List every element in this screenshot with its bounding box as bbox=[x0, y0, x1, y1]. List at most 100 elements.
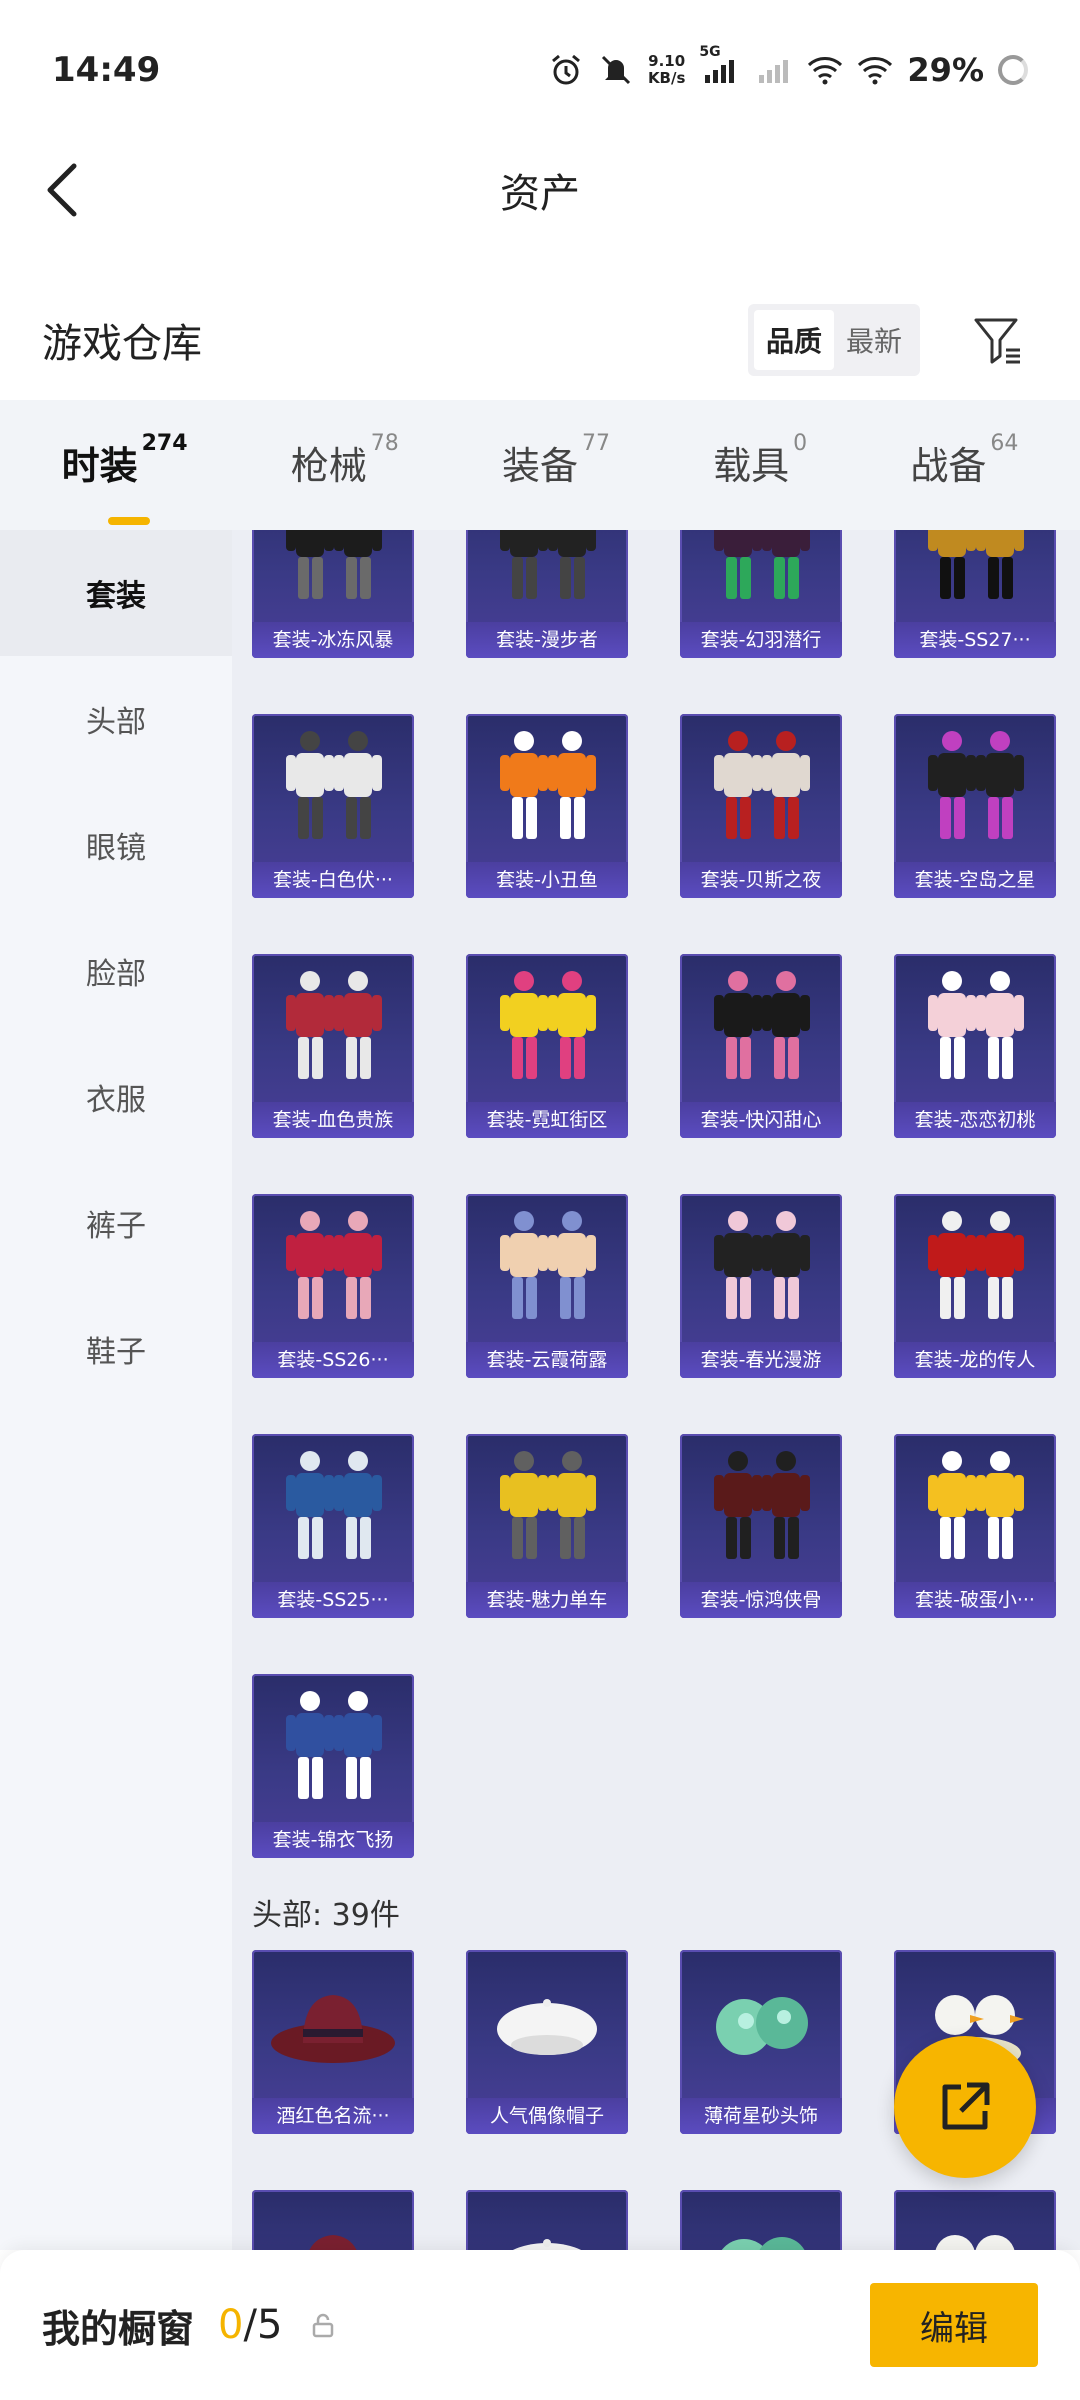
suit-card[interactable]: 套装-SS26··· bbox=[252, 1194, 414, 1378]
suit-card[interactable]: 套装-惊鸿侠骨 bbox=[680, 1434, 842, 1618]
head-item-card[interactable]: 薄荷星砂头饰 bbox=[680, 1950, 842, 2134]
category-tabs: 时装 274 枪械 78 装备 77 载具 0 战备 64 bbox=[0, 400, 1080, 530]
sort-quality[interactable]: 品质 bbox=[753, 310, 834, 370]
alarm-icon bbox=[548, 52, 584, 88]
card-label: 套装-魅力单车 bbox=[466, 1582, 628, 1618]
card-thumbnail bbox=[894, 954, 1056, 1104]
suit-card[interactable]: 套装-血色贵族 bbox=[252, 954, 414, 1138]
suit-card[interactable]: 套装-白色伏··· bbox=[252, 714, 414, 898]
suit-card[interactable]: 套装-霓虹街区 bbox=[466, 954, 628, 1138]
showcase-title: 我的橱窗 bbox=[42, 2306, 195, 2351]
suit-card[interactable]: 套装-幻羽潜行 bbox=[680, 530, 842, 658]
net-speed: 9.10 KB/s bbox=[648, 53, 685, 87]
card-thumbnail bbox=[252, 954, 414, 1104]
back-button[interactable] bbox=[30, 158, 94, 222]
suit-card[interactable]: 套装-漫步者 bbox=[466, 530, 628, 658]
tab-guns[interactable]: 枪械 78 bbox=[291, 431, 399, 495]
head-item-card[interactable] bbox=[894, 2190, 1056, 2250]
status-bar: 14:49 9.10 KB/s 5G 29% bbox=[0, 0, 1080, 140]
card-thumbnail bbox=[894, 2190, 1056, 2250]
sidebar-item-face[interactable]: 脸部 bbox=[0, 908, 232, 1034]
card-thumbnail bbox=[252, 714, 414, 864]
card-thumbnail bbox=[252, 1434, 414, 1584]
item-content: 套装-冰冻风暴 套装-漫步者 套装-幻羽潜行 套装-SS27··· 套装-白色伏··· 套… bbox=[232, 530, 1080, 2250]
suit-card[interactable]: 套装-恋恋初桃 bbox=[894, 954, 1056, 1138]
card-label: 套装-快闪甜心 bbox=[680, 1102, 842, 1138]
card-thumbnail bbox=[680, 714, 842, 864]
card-thumbnail bbox=[466, 1950, 628, 2100]
sidebar-item-head[interactable]: 头部 bbox=[0, 656, 232, 782]
suit-card[interactable]: 套装-贝斯之夜 bbox=[680, 714, 842, 898]
status-time: 14:49 bbox=[52, 50, 161, 90]
suit-card[interactable]: 套装-魅力单车 bbox=[466, 1434, 628, 1618]
network-type: 5G bbox=[699, 44, 721, 60]
suit-card[interactable]: 套装-龙的传人 bbox=[894, 1194, 1056, 1378]
tab-supplies[interactable]: 战备 64 bbox=[910, 431, 1018, 495]
share-fab-button[interactable] bbox=[894, 2036, 1036, 2178]
card-label: 套装-幻羽潜行 bbox=[680, 622, 842, 658]
sidebar-item-pants[interactable]: 裤子 bbox=[0, 1160, 232, 1286]
card-thumbnail bbox=[894, 530, 1056, 624]
warehouse-row: 游戏仓库 品质 最新 bbox=[0, 290, 1080, 390]
chevron-left-icon bbox=[47, 163, 77, 217]
filter-button[interactable] bbox=[968, 310, 1028, 370]
suit-card[interactable]: 套装-空岛之星 bbox=[894, 714, 1056, 898]
card-thumbnail bbox=[680, 530, 842, 624]
suit-card[interactable]: 套装-云霞荷露 bbox=[466, 1194, 628, 1378]
card-thumbnail bbox=[466, 1194, 628, 1344]
card-label: 套装-空岛之星 bbox=[894, 862, 1056, 898]
card-label: 人气偶像帽子 bbox=[466, 2098, 628, 2134]
tab-count: 78 bbox=[370, 431, 399, 456]
tab-equipment[interactable]: 装备 77 bbox=[501, 431, 610, 495]
card-label: 套装-龙的传人 bbox=[894, 1342, 1056, 1378]
suit-card[interactable]: 套装-春光漫游 bbox=[680, 1194, 842, 1378]
tab-label: 战备 bbox=[910, 444, 987, 488]
wifi-icon bbox=[807, 52, 843, 88]
sidebar-item-shoes[interactable]: 鞋子 bbox=[0, 1286, 232, 1412]
card-thumbnail bbox=[466, 714, 628, 864]
suit-card[interactable]: 套装-快闪甜心 bbox=[680, 954, 842, 1138]
tab-label: 装备 bbox=[501, 444, 578, 488]
tab-active-indicator bbox=[107, 517, 150, 525]
card-label: 套装-贝斯之夜 bbox=[680, 862, 842, 898]
sidebar: 套装 头部 眼镜 脸部 衣服 裤子 鞋子 bbox=[0, 530, 232, 2250]
card-thumbnail bbox=[252, 2190, 414, 2250]
card-label: 套装-云霞荷露 bbox=[466, 1342, 628, 1378]
card-thumbnail bbox=[466, 1434, 628, 1584]
filter-icon bbox=[974, 318, 1020, 364]
suit-card[interactable]: 套装-破蛋小··· bbox=[894, 1434, 1056, 1618]
head-item-card[interactable] bbox=[680, 2190, 842, 2250]
head-item-card[interactable]: 酒红色名流··· bbox=[252, 1950, 414, 2134]
tab-vehicles[interactable]: 载具 0 bbox=[713, 431, 807, 495]
card-label: 套装-小丑鱼 bbox=[466, 862, 628, 898]
card-label: 套装-血色贵族 bbox=[252, 1102, 414, 1138]
card-thumbnail bbox=[894, 714, 1056, 864]
suit-card[interactable]: 套装-SS27··· bbox=[894, 530, 1056, 658]
sidebar-item-suits[interactable]: 套装 bbox=[0, 530, 232, 656]
hat-icon bbox=[271, 1995, 395, 2063]
suit-card[interactable]: 套装-小丑鱼 bbox=[466, 714, 628, 898]
sidebar-item-clothes[interactable]: 衣服 bbox=[0, 1034, 232, 1160]
sidebar-item-glasses[interactable]: 眼镜 bbox=[0, 782, 232, 908]
section-title-head: 头部: 39件 bbox=[252, 1898, 400, 1933]
suit-card[interactable]: 套装-SS25··· bbox=[252, 1434, 414, 1618]
head-item-card[interactable] bbox=[252, 2190, 414, 2250]
head-item-card[interactable] bbox=[466, 2190, 628, 2250]
card-thumbnail bbox=[680, 1950, 842, 2100]
tab-count: 64 bbox=[990, 431, 1019, 456]
head-item-card[interactable]: 人气偶像帽子 bbox=[466, 1950, 628, 2134]
net-speed-value: 9.10 bbox=[648, 52, 686, 70]
suit-card[interactable]: 套装-锦衣飞扬 bbox=[252, 1674, 414, 1858]
share-out-icon bbox=[942, 2082, 990, 2130]
suit-card[interactable]: 套装-冰冻风暴 bbox=[252, 530, 414, 658]
tab-count: 274 bbox=[141, 431, 188, 456]
edit-button[interactable]: 编辑 bbox=[870, 2283, 1038, 2367]
card-label: 套装-破蛋小··· bbox=[894, 1582, 1056, 1618]
card-label: 套装-SS26··· bbox=[252, 1342, 414, 1378]
card-label: 套装-春光漫游 bbox=[680, 1342, 842, 1378]
sort-latest[interactable]: 最新 bbox=[834, 310, 914, 370]
card-thumbnail bbox=[680, 1434, 842, 1584]
tab-fashion[interactable]: 时装 274 bbox=[62, 431, 188, 525]
battery-percent: 29% bbox=[907, 51, 984, 89]
card-thumbnail bbox=[680, 954, 842, 1104]
